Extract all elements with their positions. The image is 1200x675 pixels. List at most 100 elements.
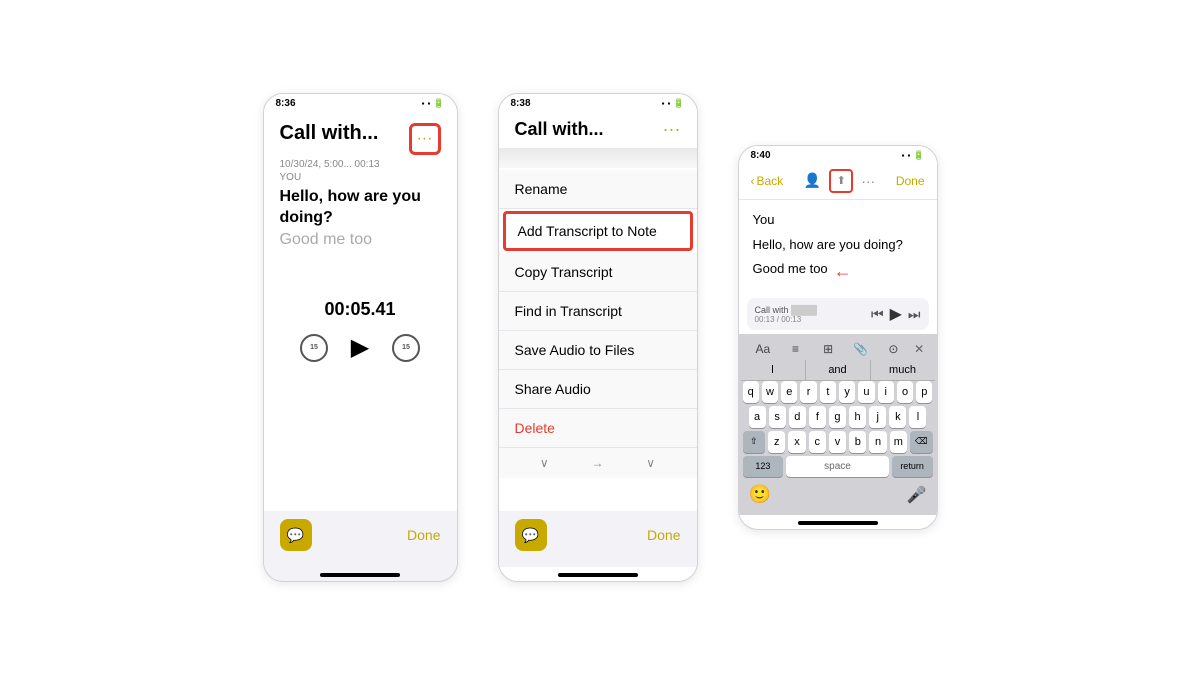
menu-item-copy-transcript[interactable]: Copy Transcript: [499, 253, 697, 292]
phone2-transcript-icon[interactable]: 💬: [515, 519, 547, 551]
phone3-status-icons: ▪ ▪ 🔋: [902, 150, 925, 161]
format-list-icon[interactable]: ≡: [783, 342, 807, 356]
mini-skip-back[interactable]: ⏮: [871, 306, 884, 323]
copy-transcript-label: Copy Transcript: [515, 264, 613, 280]
play-button[interactable]: ▶: [344, 332, 376, 364]
share-icon-highlighted[interactable]: ⬆: [829, 169, 853, 193]
key-space[interactable]: space: [786, 456, 888, 477]
phone3-home-indicator: [798, 521, 878, 525]
phone3-header: ‹ Back 👤 ⬆ ··· Done: [739, 163, 937, 200]
mini-skip-fwd[interactable]: ⏭: [908, 306, 921, 323]
phone2-menu-dots[interactable]: ···: [663, 119, 681, 140]
phone1-title: Call with...: [280, 121, 379, 145]
phone3: 8:40 ▪ ▪ 🔋 ‹ Back 👤 ⬆ ··· Done You: [738, 145, 938, 530]
key-i[interactable]: i: [878, 381, 894, 403]
key-r[interactable]: r: [800, 381, 816, 403]
header-icons: 👤 ⬆ ···: [804, 169, 875, 193]
key-123[interactable]: 123: [743, 456, 784, 477]
transcript-icon[interactable]: 💬: [280, 519, 312, 551]
key-x[interactable]: x: [788, 431, 805, 453]
find-transcript-label: Find in Transcript: [515, 303, 622, 319]
menu-item-delete[interactable]: Delete: [499, 409, 697, 448]
phone2-done-button[interactable]: Done: [647, 527, 680, 543]
menu-button-highlighted[interactable]: ···: [409, 123, 441, 155]
word-suggestion-3[interactable]: much: [871, 360, 935, 380]
key-k[interactable]: k: [889, 406, 906, 428]
key-f[interactable]: f: [809, 406, 826, 428]
back-button[interactable]: ‹ Back: [751, 174, 784, 188]
phone3-time: 8:40: [751, 150, 771, 161]
mic-button[interactable]: 🎤: [907, 485, 927, 505]
key-w[interactable]: w: [762, 381, 778, 403]
phone2-menu-list: Rename Add Transcript to Note Copy Trans…: [499, 170, 697, 448]
save-audio-label: Save Audio to Files: [515, 342, 635, 358]
key-delete[interactable]: ⌫: [910, 431, 933, 453]
keyboard-row-3: ⇧ z x c v b n m ⌫: [741, 431, 935, 453]
key-m[interactable]: m: [890, 431, 907, 453]
key-d[interactable]: d: [789, 406, 806, 428]
phone1-transcript-line1: Hello, how are you doing?: [280, 187, 441, 229]
format-lasso-icon[interactable]: ⊙: [881, 342, 905, 356]
menu-item-add-transcript[interactable]: Add Transcript to Note: [503, 211, 693, 251]
key-c[interactable]: c: [809, 431, 826, 453]
audio-mini-controls: ⏮ ▶ ⏭: [871, 304, 921, 324]
keyboard: Aa ≡ ⊞ 📎 ⊙ ✕ l and much q w e r t y u: [739, 334, 937, 515]
phone1-done-button[interactable]: Done: [407, 527, 440, 543]
phone2: 8:38 ▪ ▪ 🔋 Call with... ··· Rename: [498, 93, 698, 582]
arrow-right-icon: ←: [834, 261, 852, 282]
key-g[interactable]: g: [829, 406, 846, 428]
key-j[interactable]: j: [869, 406, 886, 428]
upload-icon: ⬆: [837, 174, 846, 187]
phone2-title: Call with...: [515, 119, 604, 140]
skip-forward-button[interactable]: 15: [392, 334, 420, 362]
menu-item-rename[interactable]: Rename: [499, 170, 697, 209]
key-s[interactable]: s: [769, 406, 786, 428]
format-table-icon[interactable]: ⊞: [816, 342, 840, 356]
format-aa-icon[interactable]: Aa: [751, 342, 775, 356]
key-v[interactable]: v: [829, 431, 846, 453]
key-p[interactable]: p: [916, 381, 932, 403]
key-l[interactable]: l: [909, 406, 926, 428]
key-z[interactable]: z: [768, 431, 785, 453]
word-suggestion-1[interactable]: l: [741, 360, 806, 380]
format-close-button[interactable]: ✕: [914, 342, 924, 356]
key-a[interactable]: a: [749, 406, 766, 428]
bottom-keyboard-row: 🙂 🎤: [741, 480, 935, 511]
phone1-home-indicator: [320, 573, 400, 577]
key-shift[interactable]: ⇧: [743, 431, 766, 453]
more-icon[interactable]: ···: [861, 173, 875, 189]
skip-forward-label: 15: [402, 344, 410, 351]
key-return[interactable]: return: [892, 456, 933, 477]
phone3-done-button[interactable]: Done: [896, 174, 925, 188]
key-n[interactable]: n: [869, 431, 886, 453]
key-u[interactable]: u: [858, 381, 874, 403]
phone2-status-icons: ▪ ▪ 🔋: [662, 98, 685, 109]
menu-item-save-audio[interactable]: Save Audio to Files: [499, 331, 697, 370]
key-o[interactable]: o: [897, 381, 913, 403]
phone2-time: 8:38: [511, 98, 531, 109]
chat-icon-2: 💬: [522, 527, 539, 544]
back-label: Back: [757, 174, 784, 188]
phone1-audio-controls: 15 ▶ 15: [280, 332, 441, 364]
skip-back-button[interactable]: 15: [300, 334, 328, 362]
main-container: 8:36 ▪ ▪ 🔋 Call with... ··· 10/30/24, 5:…: [243, 73, 958, 602]
key-t[interactable]: t: [820, 381, 836, 403]
key-e[interactable]: e: [781, 381, 797, 403]
rename-label: Rename: [515, 181, 568, 197]
mini-play-icon[interactable]: ▶: [890, 304, 902, 324]
menu-item-find-transcript[interactable]: Find in Transcript: [499, 292, 697, 331]
key-q[interactable]: q: [743, 381, 759, 403]
word-suggestions: l and much: [741, 360, 935, 381]
ellipsis-icon: ···: [417, 130, 433, 148]
chevron-down-1: ∨: [540, 456, 549, 470]
keyboard-row-1: q w e r t y u i o p: [741, 381, 935, 403]
key-y[interactable]: y: [839, 381, 855, 403]
key-h[interactable]: h: [849, 406, 866, 428]
menu-item-share-audio[interactable]: Share Audio: [499, 370, 697, 409]
word-suggestion-2[interactable]: and: [806, 360, 871, 380]
format-attach-icon[interactable]: 📎: [849, 342, 873, 356]
share-people-icon[interactable]: 👤: [804, 172, 821, 189]
key-b[interactable]: b: [849, 431, 866, 453]
audio-mini-time: 00:13 / 00:13: [755, 315, 817, 324]
emoji-button[interactable]: 🙂: [749, 484, 771, 505]
